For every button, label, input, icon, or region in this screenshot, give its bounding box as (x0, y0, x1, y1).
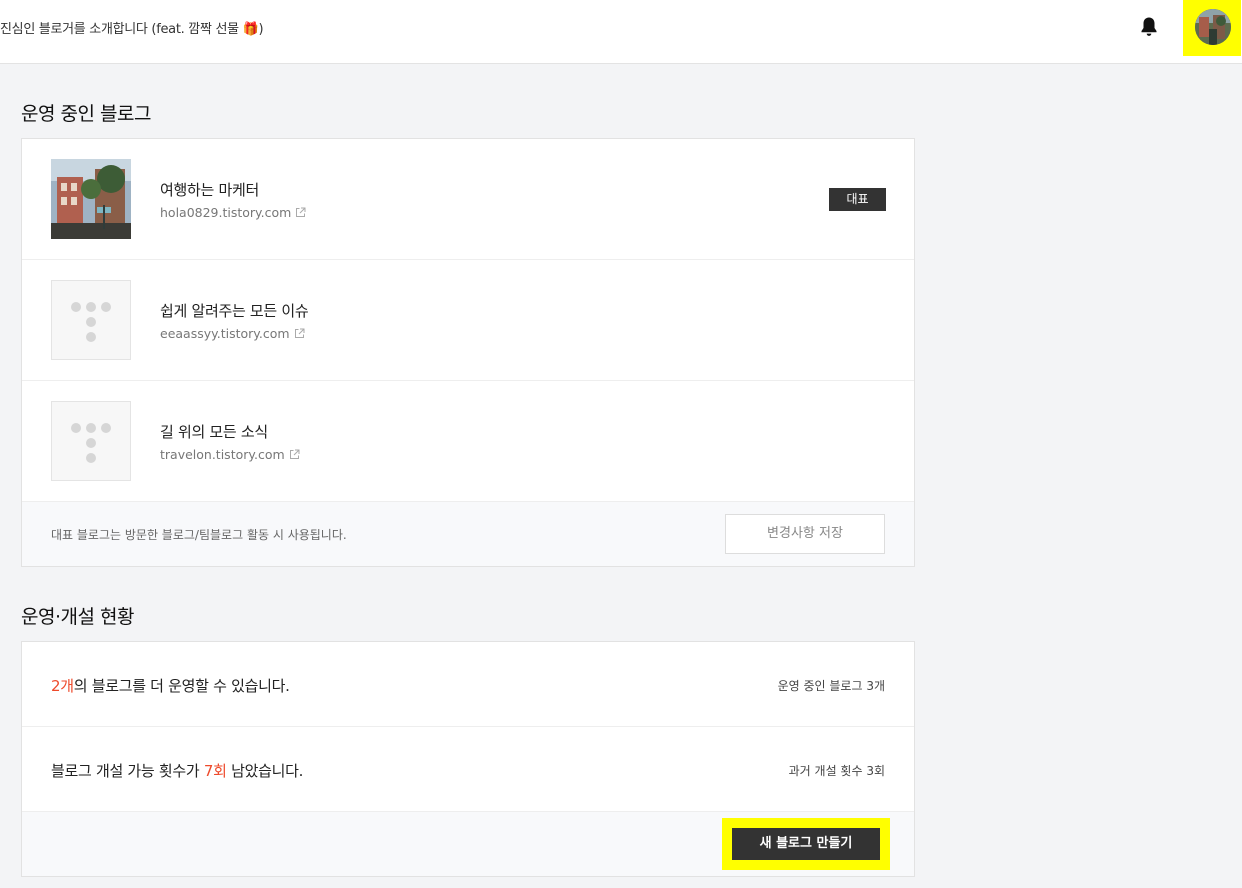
create-button-highlight: 새 블로그 만들기 (722, 818, 890, 870)
tistory-placeholder-thumbnail (51, 280, 131, 360)
blog-url-link[interactable]: hola0829.tistory.com (160, 205, 306, 220)
external-link-icon (289, 449, 300, 459)
blog-url-link[interactable]: eeaassyy.tistory.com (160, 326, 305, 341)
blog-thumbnail (51, 159, 131, 239)
blog-item[interactable]: 쉽게 알려주는 모든 이슈 eeaassyy.tistory.com (22, 260, 914, 381)
status-card-footer: 새 블로그 만들기 (22, 812, 914, 876)
external-link-icon (296, 207, 306, 217)
tistory-logo-icon (71, 423, 111, 463)
blogs-card: 여행하는 마케터 hola0829.tistory.com 대표 쉽게 알려주는… (21, 138, 915, 567)
tistory-placeholder-thumbnail (51, 401, 131, 481)
blog-name[interactable]: 쉽게 알려주는 모든 이슈 (160, 300, 309, 321)
operable-blogs-text: 2개의 블로그를 더 운영할 수 있습니다. (51, 677, 290, 695)
top-header: 진심인 블로거를 소개합니다 (feat. 깜짝 선물 🎁) (0, 0, 1242, 64)
past-created-count: 과거 개설 횟수 3회 (788, 764, 885, 778)
create-new-blog-button[interactable]: 새 블로그 만들기 (732, 828, 880, 860)
operable-count: 2개 (51, 677, 74, 695)
operable-blogs-row: 2개의 블로그를 더 운영할 수 있습니다. 운영 중인 블로그 3개 (22, 642, 914, 727)
creatable-count: 7회 (203, 762, 227, 780)
operating-blogs-count: 운영 중인 블로그 3개 (777, 679, 885, 693)
creatable-count-row: 블로그 개설 가능 횟수가 7회 남았습니다. 과거 개설 횟수 3회 (22, 727, 914, 812)
blog-name[interactable]: 여행하는 마케터 (160, 179, 259, 200)
notice-link[interactable]: 진심인 블로거를 소개합니다 (feat. 깜짝 선물 🎁) (0, 18, 264, 37)
blog-item[interactable]: 여행하는 마케터 hola0829.tistory.com 대표 (22, 139, 914, 260)
blog-item[interactable]: 길 위의 모든 소식 travelon.tistory.com (22, 381, 914, 502)
representative-badge[interactable]: 대표 (829, 188, 886, 211)
blogs-card-footer: 대표 블로그는 방문한 블로그/팀블로그 활동 시 사용됩니다. 변경사항 저장 (22, 502, 914, 566)
avatar (1195, 9, 1231, 45)
tistory-logo-icon (71, 302, 111, 342)
notification-bell-icon[interactable] (1139, 16, 1159, 38)
footer-note: 대표 블로그는 방문한 블로그/팀블로그 활동 시 사용됩니다. (51, 528, 347, 542)
blogs-section-title: 운영 중인 블로그 (21, 103, 151, 125)
blog-name[interactable]: 길 위의 모든 소식 (160, 421, 268, 442)
blog-url-link[interactable]: travelon.tistory.com (160, 447, 300, 462)
external-link-icon (294, 328, 305, 338)
save-changes-button[interactable]: 변경사항 저장 (725, 514, 885, 554)
status-card: 2개의 블로그를 더 운영할 수 있습니다. 운영 중인 블로그 3개 블로그 … (21, 641, 915, 877)
profile-avatar-button[interactable] (1183, 0, 1241, 56)
creatable-count-text: 블로그 개설 가능 횟수가 7회 남았습니다. (51, 762, 304, 780)
status-section-title: 운영·개설 현황 (21, 606, 134, 628)
